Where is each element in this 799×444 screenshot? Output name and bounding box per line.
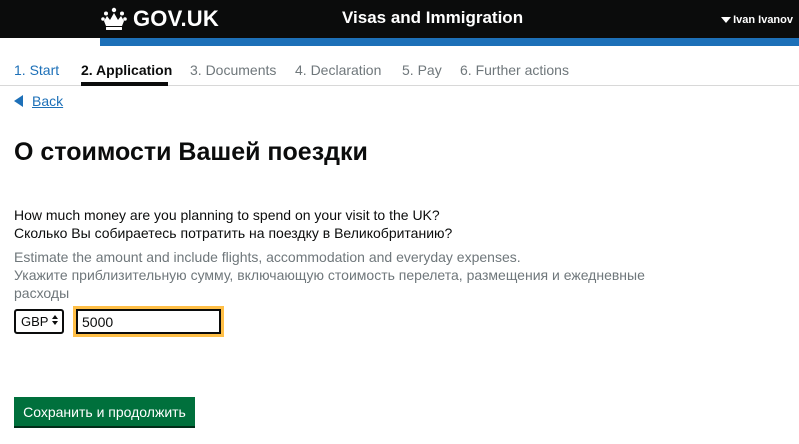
logo-text: GOV.UK: [133, 6, 219, 31]
question-en: How much money are you planning to spend…: [14, 207, 440, 223]
amount-focus-ring: [73, 306, 224, 337]
header-blue-bar: [100, 38, 799, 46]
hint-en: Estimate the amount and include flights,…: [14, 249, 521, 265]
question-label: How much money are you planning to spend…: [14, 206, 452, 242]
step-start[interactable]: 1. Start: [14, 62, 59, 78]
step-pay: 5. Pay: [402, 62, 442, 78]
back-link-label: Back: [32, 93, 64, 109]
govuk-logo-link[interactable]: GOV.UK: [101, 6, 219, 32]
step-documents: 3. Documents: [190, 62, 277, 78]
user-name: Ivan Ivanov: [733, 14, 793, 26]
page-title: О стоимости Вашей поездки: [14, 138, 368, 166]
current-step-indicator: [81, 82, 168, 86]
step-further-actions: 6. Further actions: [460, 62, 569, 78]
back-link[interactable]: Back: [14, 93, 63, 109]
hint-text: Estimate the amount and include flights,…: [14, 248, 654, 302]
caret-down-icon: [721, 17, 732, 23]
step-application: 2. Application: [81, 62, 173, 78]
select-arrows-icon: [52, 315, 58, 325]
currency-selected-value: GBP: [21, 314, 49, 329]
question-ru: Сколько Вы собираетесь потратить на поез…: [14, 225, 453, 241]
amount-input[interactable]: [76, 309, 221, 334]
crown-icon: [101, 7, 127, 30]
currency-select[interactable]: GBP: [14, 309, 64, 334]
back-arrow-icon: [14, 95, 23, 107]
user-menu[interactable]: Ivan Ivanov: [721, 14, 793, 26]
save-and-continue-button[interactable]: Сохранить и продолжить: [14, 397, 195, 426]
service-name[interactable]: Visas and Immigration: [342, 8, 523, 28]
hint-ru: Укажите приблизительную сумму, включающу…: [14, 267, 645, 301]
step-declaration: 4. Declaration: [295, 62, 382, 78]
